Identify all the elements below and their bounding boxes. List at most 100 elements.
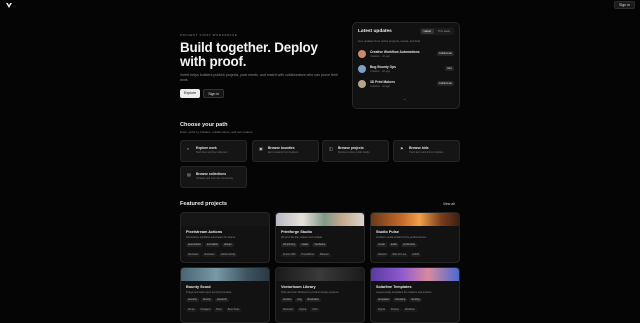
path-card-browse-bounties[interactable]: ▣ Browse bounties Earn rewards from buil… [252,140,319,162]
project-desc: SVG and icon libraries for product desig… [281,291,340,294]
tool-chip: Illustrator [186,253,201,257]
featured-title: Featured projects [180,201,227,207]
update-item[interactable]: 3D Print Makers Creative · 4d ago Collab… [358,76,454,91]
path-card-title: Browse bounties [268,146,295,150]
tag[interactable]: vectors [281,298,294,302]
path-card-title: Browse bids [409,146,429,150]
tag[interactable]: audio [388,243,400,247]
tag[interactable]: templates [376,298,392,302]
tag[interactable]: research [214,298,229,302]
tag[interactable]: production [401,243,418,247]
tool-chip: Illustrator [281,308,296,312]
tag[interactable]: hardware [312,243,328,247]
tool-chip: Burp Suite [225,308,242,312]
update-meta: Creative · 2d ago [370,54,390,58]
tag[interactable]: landing [409,298,422,302]
tool-chip: SVG [310,308,320,312]
path-card-browse-collections[interactable]: ▤ Browse collections Curated sets from t… [180,166,247,188]
tool-chip: Max for Live [390,253,409,257]
project-name: Bounty Scout [186,285,211,289]
project-tools: Illustrator Figma SVG [281,308,320,312]
update-name: Bug Bounty Ops [370,64,397,69]
tag[interactable]: music [376,243,387,247]
tag[interactable]: security [186,298,199,302]
path-card-browse-bids[interactable]: ⚑ Browse bids Track and submit from buil… [393,140,460,162]
tag[interactable]: bounty [200,298,213,302]
project-card[interactable]: Studio Pulse Ambient media studio for li… [370,212,460,263]
path-card-desc: Earn rewards from builders. [268,151,299,154]
project-card[interactable]: Vectorloom Library SVG and icon librarie… [275,267,365,323]
path-title: Choose your path [180,122,228,128]
top-bar: Sign in [0,0,640,10]
project-card[interactable]: Pixelstream Actions Promotions workflow … [180,212,270,263]
tag[interactable]: automation [186,243,203,247]
path-card-title: Explore work [196,146,217,150]
tag[interactable]: 3d-printing [281,243,298,247]
path-card-explore-work[interactable]: ⌕ Explore work Start here and then disco… [180,140,247,162]
updates-tabs: Latest This week [419,28,454,35]
avatar [358,49,366,58]
project-desc: Triage and track open security bounties. [186,291,233,294]
tool-chip: LMMS [410,253,422,257]
tool-chip: PrusaSlicer [299,253,317,257]
path-card-desc: Start here and then discover. [196,151,228,154]
project-card[interactable]: Printforge Studio 3D print file kits, as… [275,212,365,263]
update-meta: Creative · 3d ago [370,69,390,73]
project-tags: music audio production [376,243,458,247]
signin-button-top[interactable]: Sign in [614,1,635,9]
project-image [276,268,364,281]
update-badge: Hire [445,66,454,71]
search-icon: ⌕ [187,146,190,151]
path-card-desc: Track and submit from builders. [409,151,444,154]
project-tags: vectors svg illustration [281,298,363,302]
project-card[interactable]: Solarline Templates Layout-ready templat… [370,267,460,323]
project-tags: automation animation design [186,243,268,247]
explore-button[interactable]: Explore [180,89,201,98]
project-desc: 3D print file kits, assets and models. [281,236,323,239]
project-tools: Fusion 360 PrusaSlicer Blender [281,253,331,257]
bounty-icon: ▣ [259,146,263,151]
tag[interactable]: maker [299,243,311,247]
view-all-link[interactable]: View all [443,202,455,206]
tool-chip: Figma [297,308,309,312]
path-subtitle: Enter vorbit by builders, collaborators,… [180,130,254,134]
tool-chip: Framer [388,308,402,312]
project-name: Pixelstream Actions [186,230,223,234]
project-tags: templates branding landing [376,298,458,302]
path-card-desc: Discover active public builds. [338,151,371,154]
project-name: Vectorloom Library [281,285,316,289]
project-tools: Ableton Max for Live LMMS [376,253,422,257]
logo-icon[interactable] [6,3,12,8]
project-tags: security bounty research [186,298,268,302]
tab-latest[interactable]: Latest [420,29,434,34]
tool-chip: Burp [214,308,224,312]
update-item[interactable]: Creative Workflow Automations Creative ·… [358,46,454,61]
project-name: Solarline Templates [376,285,412,289]
hero-buttons: Explore Sign in [180,89,345,98]
updates-title: Latest updates [358,29,392,34]
tag[interactable]: svg [295,298,304,302]
path-card-browse-projects[interactable]: ◫ Browse projects Discover active public… [322,140,389,162]
update-item[interactable]: Bug Bounty Ops Creative · 3d ago Hire [358,61,454,76]
collections-icon: ▤ [187,172,191,177]
update-badge: Collaborate [436,51,454,56]
path-card-desc: Curated sets from the community. [196,177,234,180]
project-desc: Promotions workflow automation for teams… [186,236,236,239]
tab-this-week[interactable]: This week [435,29,453,34]
avatar [358,64,366,73]
tag[interactable]: design [222,243,234,247]
path-card-title: Browse collections [196,172,227,176]
bids-icon: ⚑ [400,146,404,151]
path-card-title: Browse projects [338,146,364,150]
project-tools: Figma Framer Webflow [376,308,417,312]
tag[interactable]: animation [204,243,221,247]
project-card[interactable]: Bounty Scout Triage and track open secur… [180,267,270,323]
tag[interactable]: branding [393,298,408,302]
signin-button[interactable]: Sign in [203,89,225,98]
tool-chip: Nmap [186,308,197,312]
project-name: Printforge Studio [281,230,313,234]
update-name: 3D Print Makers [370,79,395,84]
project-desc: Layout-ready templates for creators and … [376,291,433,294]
tag[interactable]: illustration [305,298,322,302]
chevron-down-icon[interactable]: ⌄ [403,96,406,101]
